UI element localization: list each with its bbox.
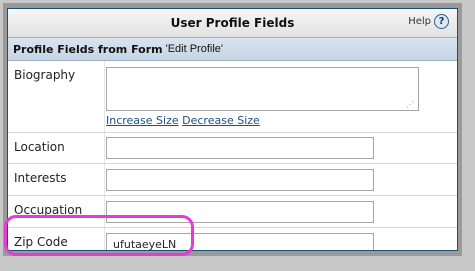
zip-code-input[interactable] xyxy=(106,233,374,250)
panel-title: User Profile Fields xyxy=(170,16,295,30)
help-link[interactable]: Help ? xyxy=(408,14,449,29)
increase-size-link[interactable]: Increase Size xyxy=(106,114,179,127)
section-header: Profile Fields from Form 'Edit Profile' xyxy=(8,38,457,61)
row-divider xyxy=(104,61,105,132)
location-input[interactable] xyxy=(106,137,374,159)
row-occupation: Occupation xyxy=(8,196,457,228)
resize-grip-icon[interactable]: ⋰ xyxy=(406,100,414,109)
row-divider xyxy=(104,228,105,250)
occupation-label: Occupation xyxy=(14,203,83,217)
section-label: Profile Fields from Form xyxy=(13,42,163,56)
interests-label: Interests xyxy=(14,171,67,185)
outer-frame: User Profile Fields Help ? Profile Field… xyxy=(3,3,462,256)
row-divider xyxy=(104,164,105,195)
help-label[interactable]: Help xyxy=(408,16,431,27)
location-label: Location xyxy=(14,140,65,154)
row-interests: Interests xyxy=(8,164,457,196)
panel-titlebar: User Profile Fields Help ? xyxy=(8,9,457,38)
row-location: Location xyxy=(8,133,457,164)
section-form-name: 'Edit Profile' xyxy=(165,43,223,55)
help-icon[interactable]: ? xyxy=(434,14,449,29)
biography-textarea[interactable] xyxy=(106,67,419,111)
row-biography: Biography ⋰ Increase Size Decrease Size xyxy=(8,61,457,133)
decrease-size-link[interactable]: Decrease Size xyxy=(182,114,260,127)
zip-code-label: Zip Code xyxy=(14,235,68,249)
row-divider xyxy=(104,196,105,227)
textarea-size-links: Increase Size Decrease Size xyxy=(106,114,260,127)
row-zip-code: Zip Code xyxy=(8,228,457,250)
occupation-input[interactable] xyxy=(106,201,374,223)
user-profile-fields-panel: User Profile Fields Help ? Profile Field… xyxy=(7,8,458,251)
row-divider xyxy=(104,133,105,163)
biography-label: Biography xyxy=(14,68,76,82)
interests-input[interactable] xyxy=(106,169,374,191)
